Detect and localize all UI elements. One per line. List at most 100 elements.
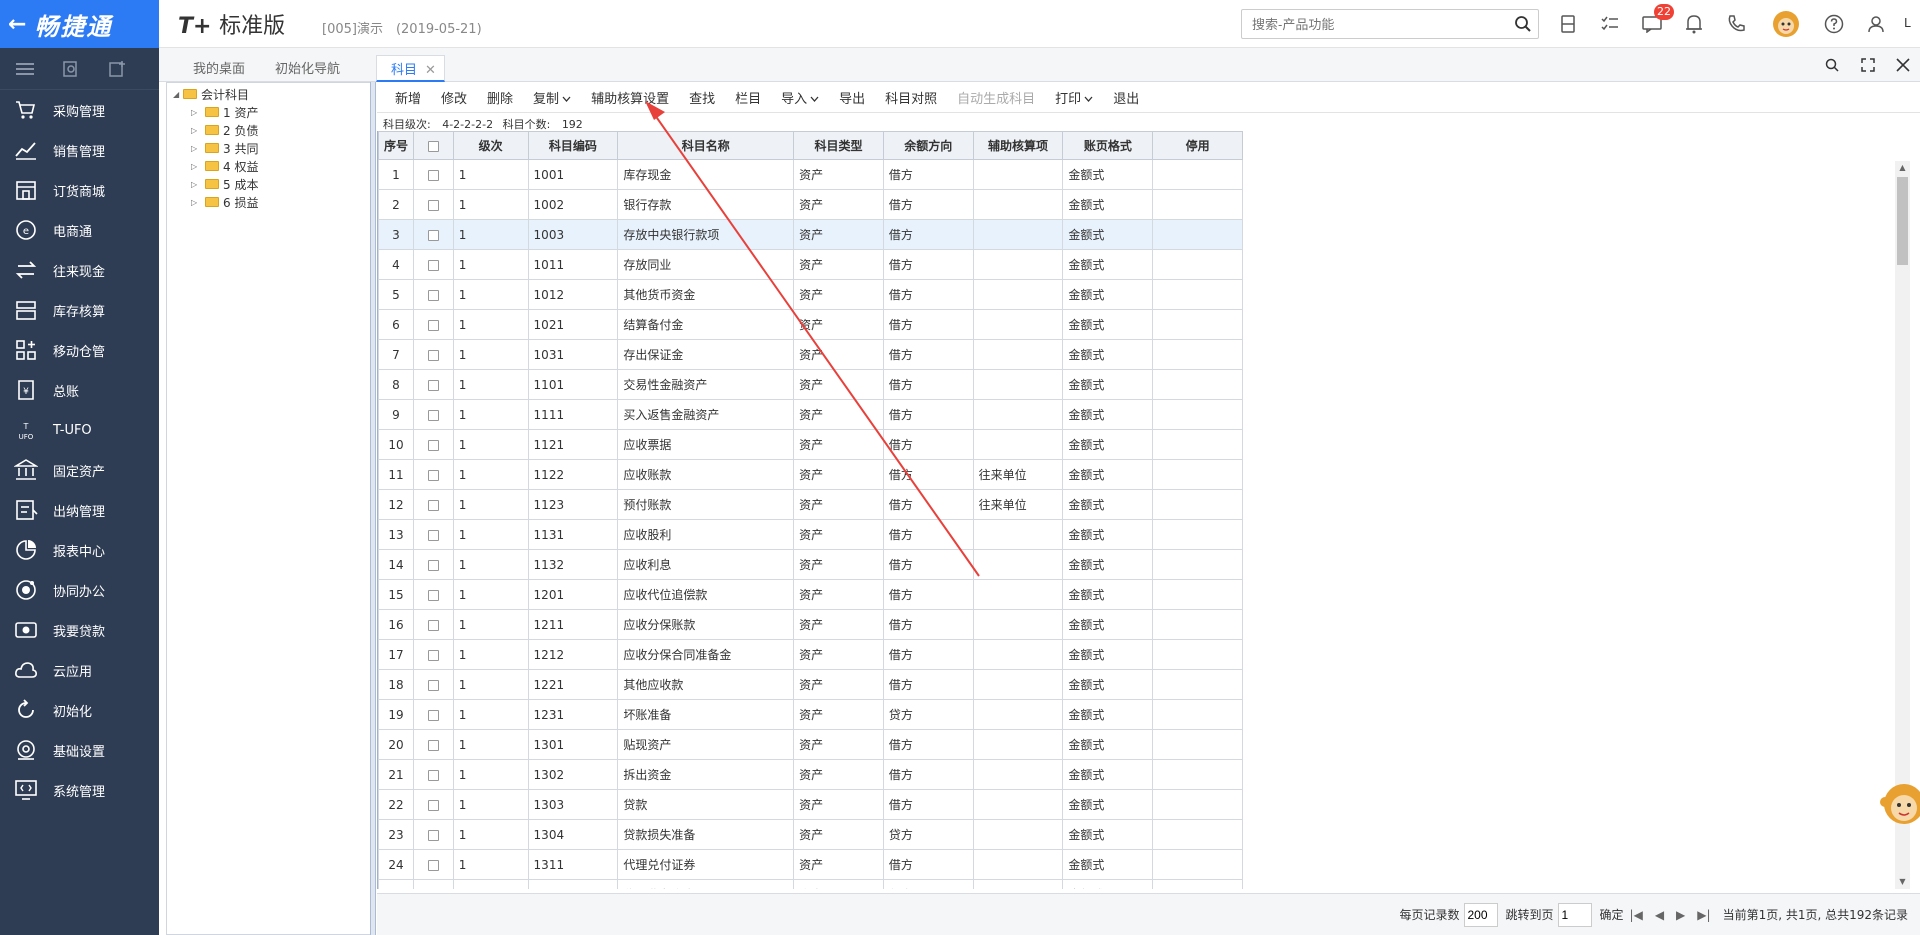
calculator-icon[interactable]: [1556, 12, 1580, 36]
row-checkbox[interactable]: [427, 379, 439, 391]
add-favorite-icon[interactable]: [107, 59, 127, 79]
row-checkbox-cell[interactable]: [412, 249, 454, 280]
row-checkbox-cell[interactable]: [412, 819, 454, 850]
sidebar-item-12[interactable]: 协同办公: [0, 570, 159, 610]
mascot-helper-icon[interactable]: [1880, 780, 1920, 840]
row-checkbox-cell[interactable]: [412, 789, 454, 820]
row-checkbox[interactable]: [427, 349, 439, 361]
row-checkbox[interactable]: [427, 529, 439, 541]
row-checkbox[interactable]: [427, 829, 439, 841]
sidebar-search-icon[interactable]: [61, 59, 81, 79]
sidebar-item-11[interactable]: 报表中心: [0, 530, 159, 570]
row-checkbox-cell[interactable]: [412, 159, 454, 190]
sidebar-item-16[interactable]: 基础设置: [0, 730, 159, 770]
table-row[interactable]: 21 1 1302 拆出资金 资产 借方 金额式: [378, 759, 1243, 790]
row-checkbox-cell[interactable]: [412, 279, 454, 310]
table-row[interactable]: 7 1 1031 存出保证金 资产 借方 金额式: [378, 339, 1243, 370]
tree-node[interactable]: ▷ 6 损益: [173, 193, 372, 211]
task-list-icon[interactable]: [1598, 12, 1622, 36]
sidebar-item-10[interactable]: 出纳管理: [0, 490, 159, 530]
table-row[interactable]: 19 1 1231 坏账准备 资产 贷方 金额式: [378, 699, 1243, 730]
help-icon[interactable]: [1822, 12, 1846, 36]
sidebar-item-2[interactable]: 订货商城: [0, 170, 159, 210]
sidebar-item-3[interactable]: e 电商通: [0, 210, 159, 250]
column-header[interactable]: 科目编码: [527, 131, 619, 160]
toolbar-button-0[interactable]: 新增: [395, 88, 421, 107]
row-checkbox[interactable]: [427, 409, 439, 421]
row-checkbox-cell[interactable]: [412, 369, 454, 400]
sidebar-item-15[interactable]: 初始化: [0, 690, 159, 730]
prev-page-icon[interactable]: ◀: [1655, 908, 1664, 922]
row-checkbox[interactable]: [427, 229, 439, 241]
row-checkbox-cell[interactable]: [412, 549, 454, 580]
tree-node[interactable]: ▷ 3 共同: [173, 139, 372, 157]
table-row[interactable]: 13 1 1131 应收股利 资产 借方 金额式: [378, 519, 1243, 550]
table-row[interactable]: 16 1 1211 应收分保账款 资产 借方 金额式: [378, 609, 1243, 640]
row-checkbox[interactable]: [427, 709, 439, 721]
toolbar-button-6[interactable]: 栏目: [735, 88, 761, 107]
sidebar-item-17[interactable]: 系统管理: [0, 770, 159, 810]
sidebar-item-13[interactable]: 我要贷款: [0, 610, 159, 650]
row-checkbox-cell[interactable]: [412, 579, 454, 610]
row-checkbox-cell[interactable]: [412, 339, 454, 370]
expand-arrow-icon[interactable]: ▷: [191, 198, 201, 207]
table-row[interactable]: 17 1 1212 应收分保合同准备金 资产 借方 金额式: [378, 639, 1243, 670]
row-checkbox[interactable]: [427, 289, 439, 301]
row-checkbox-cell[interactable]: [412, 189, 454, 220]
column-header[interactable]: 科目类型: [793, 131, 884, 160]
expand-arrow-icon[interactable]: ▷: [191, 126, 201, 135]
row-checkbox[interactable]: [427, 589, 439, 601]
table-row[interactable]: 20 1 1301 贴现资产 资产 借方 金额式: [378, 729, 1243, 760]
tab-subjects[interactable]: 科目 ✕: [376, 55, 445, 82]
table-row[interactable]: 18 1 1221 其他应收款 资产 借方 金额式: [378, 669, 1243, 700]
collapse-arrow-icon[interactable]: ◢: [173, 90, 183, 99]
user-name[interactable]: L: [1904, 16, 1911, 30]
toolbar-button-7[interactable]: 导入: [781, 88, 819, 107]
mascot-avatar-icon[interactable]: [1770, 8, 1802, 40]
row-checkbox-cell[interactable]: [412, 429, 454, 460]
column-header[interactable]: 序号: [378, 131, 414, 160]
scroll-up-icon[interactable]: ▲: [1895, 161, 1910, 175]
table-row[interactable]: 23 1 1304 贷款损失准备 资产 贷方 金额式: [378, 819, 1243, 850]
sidebar-item-8[interactable]: T UFO T-UFO: [0, 410, 159, 450]
toolbar-button-2[interactable]: 删除: [487, 88, 513, 107]
row-checkbox[interactable]: [427, 649, 439, 661]
expand-arrow-icon[interactable]: ▷: [191, 180, 201, 189]
scroll-thumb[interactable]: [1897, 177, 1908, 265]
tree-root[interactable]: ◢ 会计科目: [173, 85, 372, 103]
row-checkbox-cell[interactable]: [412, 879, 454, 889]
search-input[interactable]: [1242, 10, 1502, 38]
column-header[interactable]: 科目名称: [617, 131, 795, 160]
tree-node[interactable]: ▷ 4 权益: [173, 157, 372, 175]
goto-page-input[interactable]: [1557, 902, 1592, 927]
close-tab-icon[interactable]: ✕: [425, 63, 436, 78]
table-row[interactable]: 4 1 1011 存放同业 资产 借方 金额式: [378, 249, 1243, 280]
user-icon[interactable]: [1864, 12, 1888, 36]
table-row[interactable]: 14 1 1132 应收利息 资产 借方 金额式: [378, 549, 1243, 580]
row-checkbox-cell[interactable]: [412, 729, 454, 760]
row-checkbox[interactable]: [427, 439, 439, 451]
table-row[interactable]: 9 1 1111 买入返售金融资产 资产 借方 金额式: [378, 399, 1243, 430]
row-checkbox[interactable]: [427, 259, 439, 271]
confirm-button[interactable]: 确定: [1600, 906, 1624, 923]
row-checkbox[interactable]: [427, 469, 439, 481]
toolbar-button-3[interactable]: 复制: [533, 88, 571, 107]
column-header[interactable]: 账页格式: [1062, 131, 1154, 160]
sidebar-item-7[interactable]: ¥ 总账: [0, 370, 159, 410]
sidebar-item-14[interactable]: 云应用: [0, 650, 159, 690]
menu-icon[interactable]: [15, 59, 35, 79]
column-header[interactable]: [412, 131, 454, 160]
brand-logo[interactable]: ← 畅捷通: [0, 0, 159, 48]
row-checkbox[interactable]: [427, 559, 439, 571]
per-page-input[interactable]: [1463, 902, 1498, 927]
table-row[interactable]: 24 1 1311 代理兑付证券 资产 借方 金额式: [378, 849, 1243, 880]
close-window-icon[interactable]: [1894, 56, 1912, 74]
tab-search-icon[interactable]: [1823, 56, 1841, 74]
table-row[interactable]: 25 11321代理业务资产资产借方 金额式: [378, 879, 1243, 889]
sidebar-item-0[interactable]: 采购管理: [0, 90, 159, 130]
row-checkbox-cell[interactable]: [412, 309, 454, 340]
select-all-checkbox[interactable]: [427, 140, 439, 152]
table-row[interactable]: 12 1 1123 预付账款 资产 借方 往来单位 金额式: [378, 489, 1243, 520]
row-checkbox[interactable]: [427, 619, 439, 631]
expand-arrow-icon[interactable]: ▷: [191, 162, 201, 171]
